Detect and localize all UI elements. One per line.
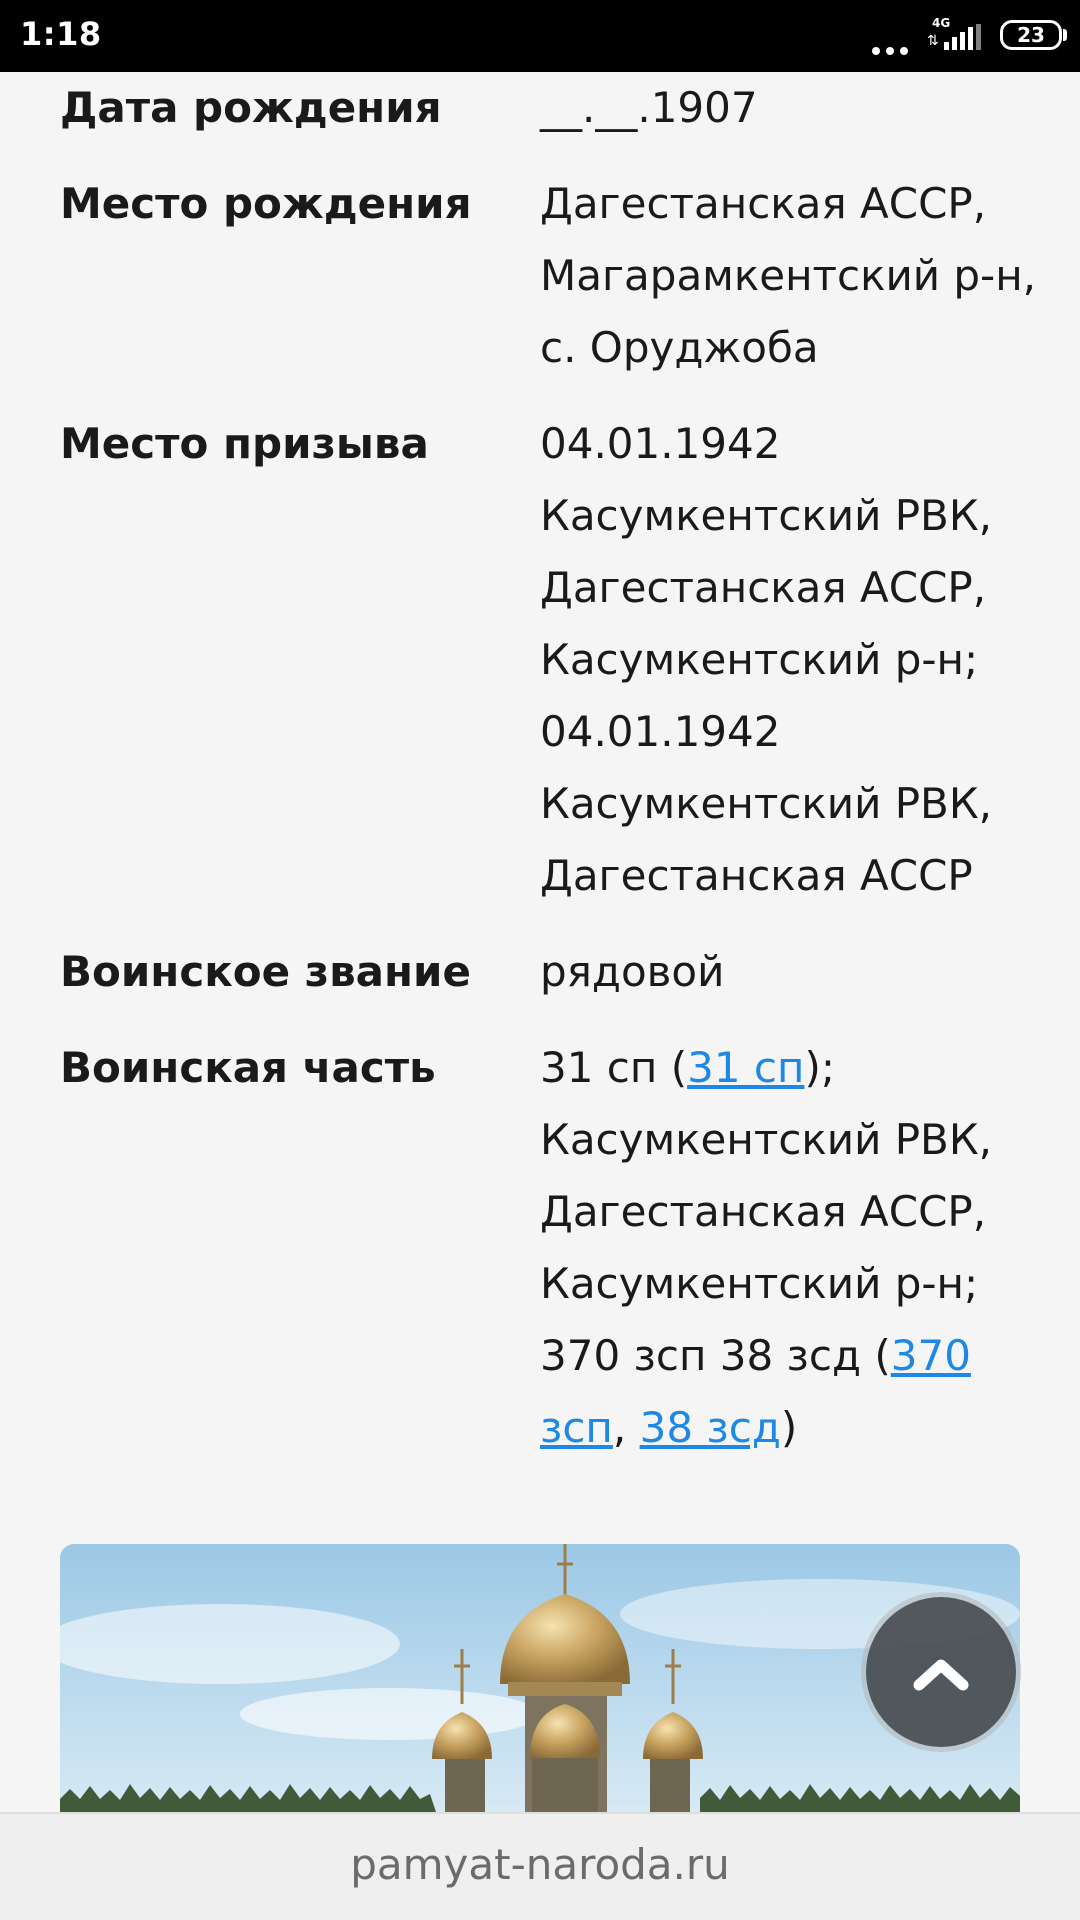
value-line: рядовой <box>540 936 1020 1008</box>
unit-link[interactable]: зсп <box>540 1403 613 1452</box>
value-line: Магарамкентский р-н, <box>540 240 1036 312</box>
military-unit-label: Воинская часть <box>60 1043 436 1092</box>
value-line: Касумкентский р-н; <box>540 624 1020 696</box>
value-line: 04.01.1942 <box>540 696 1020 768</box>
url-text: pamyat-naroda.ru <box>350 1840 730 1889</box>
military-rank-label: Воинское звание <box>60 947 471 996</box>
value-line: Касумкентский РВК, <box>540 1104 1020 1176</box>
value-line: 370 зсп 38 зсд (370 <box>540 1320 1020 1392</box>
battery-tip <box>1063 29 1067 41</box>
info-row: Воинское звание рядовой <box>0 936 1080 1032</box>
value-text: ); <box>804 1043 835 1092</box>
value-text: Касумкентский р-н; <box>540 1259 979 1308</box>
value-line: Дагестанская АССР, <box>540 168 1020 240</box>
value-text: 370 зсп 38 зсд ( <box>540 1331 891 1380</box>
value-text: , <box>612 1403 640 1452</box>
scroll-to-top-button[interactable] <box>866 1597 1016 1747</box>
value-text: Касумкентский РВК, <box>540 779 993 828</box>
value-text: Касумкентский РВК, <box>540 491 993 540</box>
value-text: Дагестанская АССР, <box>540 563 987 612</box>
value-text: __.__.1907 <box>540 83 758 132</box>
status-time: 1:18 <box>20 15 102 53</box>
conscription-place-value: 04.01.1942 Касумкентский РВК, Дагестанская… <box>540 408 1020 936</box>
value-text: 04.01.1942 <box>540 707 781 756</box>
value-text: ) <box>780 1403 798 1452</box>
value-text: 31 сп ( <box>540 1043 688 1092</box>
status-bar: 1:18 4G ⇅ 23 <box>0 0 1080 72</box>
info-row: Воинская часть 31 сп (31 сп); Касумкентск… <box>0 1032 1080 1464</box>
value-line: __.__.1907 <box>540 72 1020 144</box>
value-line: Касумкентский р-н; <box>540 1248 1020 1320</box>
value-text: 04.01.1942 <box>540 419 781 468</box>
battery-level: 23 <box>1017 23 1045 47</box>
value-line: Касумкентский РВК, <box>540 480 1020 552</box>
birth-date-value: __.__.1907 <box>540 72 1020 168</box>
birth-place-value: Дагестанская АССР, Магарамкентский р-н, с.… <box>540 168 1036 408</box>
value-line: Касумкентский РВК, <box>540 768 1020 840</box>
value-line: Дагестанская АССР <box>540 840 1020 912</box>
value-text: Дагестанская АССР <box>540 851 973 900</box>
birth-place-label: Место рождения <box>60 179 472 228</box>
soldier-info-table: Дата рождения __.__.1907 Место рождения … <box>0 72 1080 1464</box>
value-text: Касумкентский РВК, <box>540 1115 993 1164</box>
data-arrows-icon: ⇅ <box>927 33 939 49</box>
info-row: Место призыва 04.01.1942 Касумкентский РВ… <box>0 408 1080 936</box>
unit-link[interactable]: 370 <box>891 1331 971 1380</box>
conscription-place-label: Место призыва <box>60 419 429 468</box>
browser-url-bar[interactable]: pamyat-naroda.ru <box>0 1812 1080 1920</box>
value-line: 31 сп (31 сп); <box>540 1032 1020 1104</box>
value-line: 04.01.1942 <box>540 408 1020 480</box>
value-text: рядовой <box>540 947 725 996</box>
military-unit-value: 31 сп (31 сп); Касумкентский РВК, Дагестан… <box>540 1032 1020 1464</box>
value-line: Дагестанская АССР, <box>540 552 1020 624</box>
unit-link[interactable]: 38 зсд <box>640 1403 781 1452</box>
more-notifications-icon <box>872 40 914 59</box>
birth-date-label: Дата рождения <box>60 83 442 132</box>
value-line: Дагестанская АССР, <box>540 1176 1020 1248</box>
info-row: Дата рождения __.__.1907 <box>0 72 1080 168</box>
value-text: Касумкентский р-н; <box>540 635 979 684</box>
unit-link[interactable]: 31 сп <box>687 1043 804 1092</box>
value-text: Дагестанская АССР, <box>540 1187 987 1236</box>
value-line: зсп, 38 зсд) <box>540 1392 1020 1464</box>
info-row: Место рождения Дагестанская АССР, Магарам… <box>0 168 1080 408</box>
value-text: Магарамкентский р-н, <box>540 251 1037 300</box>
value-text: с. Оруджоба <box>540 323 819 372</box>
signal-icon <box>944 24 984 50</box>
value-text: Дагестанская АССР, <box>540 179 987 228</box>
battery-icon: 23 <box>1000 20 1062 50</box>
military-rank-value: рядовой <box>540 936 1020 1032</box>
value-line: с. Оруджоба <box>540 312 1020 384</box>
chevron-up-icon <box>913 1659 969 1691</box>
